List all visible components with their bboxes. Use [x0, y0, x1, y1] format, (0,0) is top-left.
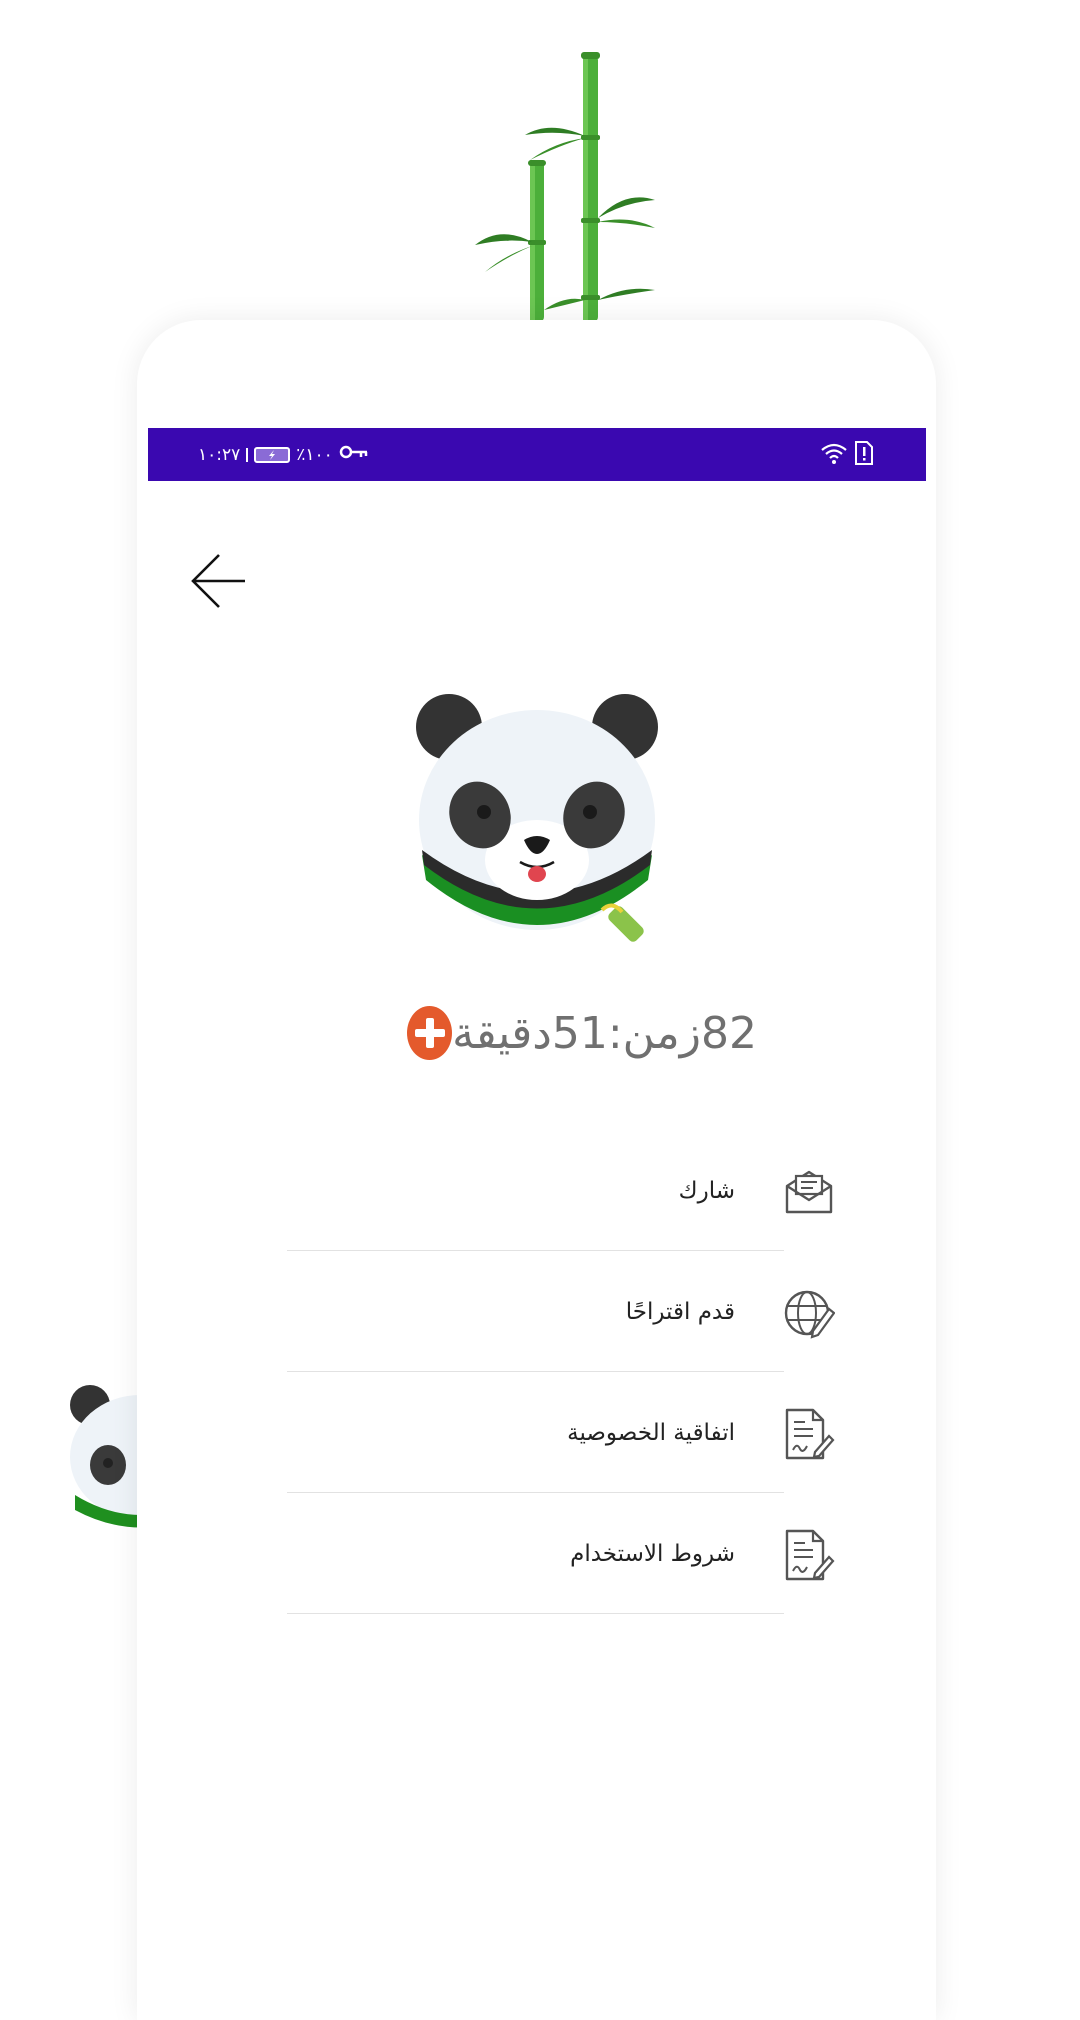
document-sign-icon	[785, 1529, 835, 1581]
arrow-left-icon	[191, 554, 245, 608]
panda-logo	[416, 694, 658, 942]
time-balance-row: 82زمن:51دقيقة	[407, 1005, 757, 1061]
remaining-time-text: 82زمن:51دقيقة	[452, 1007, 757, 1059]
menu-item-privacy-policy[interactable]: اتفاقية الخصوصية	[287, 1372, 847, 1493]
menu-item-label: اتفاقية الخصوصية	[567, 1419, 735, 1446]
add-time-button[interactable]	[407, 1006, 453, 1060]
menu-item-terms-of-use[interactable]: شروط الاستخدام	[287, 1493, 847, 1614]
envelope-icon	[785, 1170, 833, 1214]
globe-pencil-icon	[784, 1290, 835, 1339]
battery-icon	[254, 446, 291, 463]
wifi-icon	[820, 441, 848, 469]
settings-menu: شارك قدم اقتراحًا اتفاقية الخصوصية شروط …	[287, 1130, 847, 1614]
sim-alert-icon	[854, 440, 874, 470]
vpn-key-icon	[339, 444, 369, 465]
back-button[interactable]	[187, 550, 249, 612]
phone-screen: ١٠:٢٧ ٪١٠٠ 82زمن:51دقيقة شارك قدم اقتراح…	[137, 320, 936, 2020]
menu-item-label: قدم اقتراحًا	[625, 1298, 735, 1325]
clock: ١٠:٢٧	[198, 444, 241, 465]
divider	[287, 1613, 784, 1614]
menu-item-feedback[interactable]: قدم اقتراحًا	[287, 1251, 847, 1372]
menu-item-label: شروط الاستخدام	[570, 1540, 735, 1567]
status-right	[820, 428, 874, 481]
plus-icon	[414, 1018, 445, 1048]
status-left: ١٠:٢٧ ٪١٠٠	[198, 428, 369, 481]
menu-item-share[interactable]: شارك	[287, 1130, 847, 1251]
bamboo-illustration	[475, 52, 655, 322]
document-sign-icon	[785, 1408, 835, 1460]
menu-item-label: شارك	[678, 1177, 735, 1204]
status-bar: ١٠:٢٧ ٪١٠٠	[148, 428, 926, 481]
battery-percent: ٪١٠٠	[296, 444, 333, 465]
